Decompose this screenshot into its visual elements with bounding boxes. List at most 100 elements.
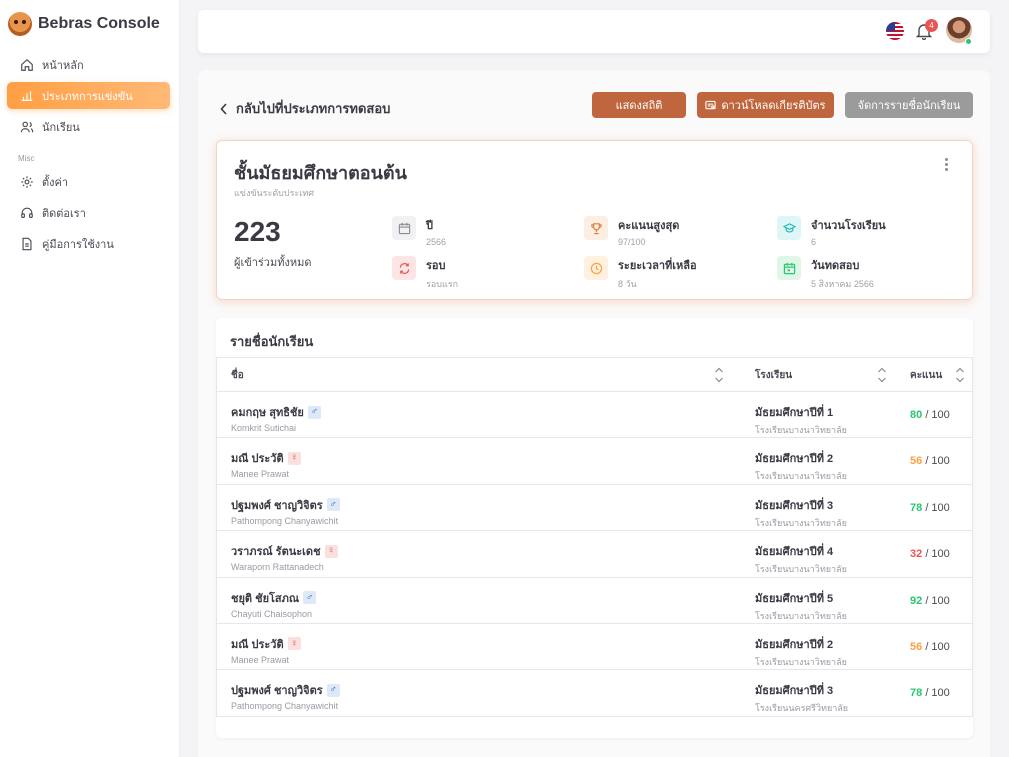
table-row[interactable]: คมกฤษ สุทธิชัย ♂ Komkrit Sutichai มัธยมศึกษ… — [217, 392, 972, 439]
student-name-line: ปฐมพงศ์ ชาญวิจิตร ♂ — [231, 681, 340, 699]
competition-title: ชั้นมัธยมศึกษาตอนต้น — [234, 163, 407, 183]
student-name-thai: มณี ประวัติ — [231, 453, 284, 466]
student-list-title: รายชื่อนักเรียน — [230, 334, 314, 349]
score-cell: 56 / 100 — [910, 641, 950, 653]
table-row[interactable]: มณี ประวัติ ♀ Manee Prawat มัธยมศึกษาปีที่ … — [217, 624, 972, 671]
stat-label: รอบ — [426, 260, 446, 272]
score-max: / 100 — [925, 548, 950, 561]
student-name-line: วราภรณ์ รัตนะเดช ♀ — [231, 542, 338, 560]
sidebar-item-competition[interactable]: ประเภทการแข่งขัน — [7, 82, 170, 109]
male-icon: ♂ — [307, 405, 321, 419]
student-name-english: Manee Prawat — [231, 469, 290, 480]
school-cell: มัธยมศึกษาปีที่ 3 โรงเรียนบางนาวิทยาลัย — [755, 496, 847, 530]
sidebar-item-contact[interactable]: ติดต่อเรา — [7, 199, 170, 226]
brand-title: Bebras Console — [38, 15, 160, 32]
school-cell: มัธยมศึกษาปีที่ 4 โรงเรียนบางนาวิทยาลัย — [755, 542, 847, 576]
more-options-icon[interactable] — [945, 158, 949, 172]
school-cell: มัธยมศึกษาปีที่ 3 โรงเรียนนครศรีวิทยาลัย — [755, 681, 848, 715]
table-row[interactable]: มณี ประวัติ ♀ Manee Prawat มัธยมศึกษาปีที่ … — [217, 438, 972, 485]
manage-students-button[interactable]: จัดการรายชื่อนักเรียน — [845, 92, 973, 118]
student-name-cell: มณี ประวัติ ♀ Manee Prawat — [231, 635, 301, 665]
back-link[interactable]: กลับไปที่ประเภทการทดสอบ — [220, 98, 390, 119]
column-header-name[interactable]: ชื่อ — [231, 358, 244, 392]
stat-school-count: จำนวนโรงเรียน 6 — [777, 216, 886, 247]
stat-label: ปี — [426, 220, 433, 232]
student-name-line: มณี ประวัติ ♀ — [231, 635, 301, 653]
student-name-english: Chayuti Chaisophon — [231, 608, 313, 619]
student-name-line: คมกฤษ สุทธิชัย ♂ — [231, 403, 321, 421]
competition-icon — [21, 91, 33, 101]
student-name-thai: คมกฤษ สุทธิชัย — [231, 407, 304, 419]
table-body: คมกฤษ สุทธิชัย ♂ Komkrit Sutichai มัธยมศึกษ… — [217, 392, 972, 717]
sort-icon[interactable] — [714, 365, 724, 385]
table-row[interactable]: ปฐมพงศ์ ชาญวิจิตร ♂ Pathompong Chanyawichi… — [217, 485, 972, 532]
score-max: / 100 — [925, 409, 950, 421]
grade-level: มัธยมศึกษาปีที่ 2 — [755, 453, 834, 466]
competition-info-card: ชั้นมัธยมศึกษาตอนต้น แข่งขันระดับประเทศ … — [216, 140, 973, 300]
beaver-logo-icon — [8, 12, 32, 36]
us-flag-icon[interactable] — [886, 22, 904, 40]
school-cell: มัธยมศึกษาปีที่ 2 โรงเรียนบางนาวิทยาลัย — [755, 635, 847, 669]
trophy-icon — [584, 216, 608, 240]
school-cell: มัธยมศึกษาปีที่ 2 โรงเรียนบางนาวิทยาลัย — [755, 449, 847, 483]
download-certificate-label: ดาวน์โหลดเกียรติบัตร — [721, 100, 826, 112]
column-header-school[interactable]: โรงเรียน — [755, 358, 792, 392]
score-max: / 100 — [925, 501, 950, 514]
sidebar-item-manual[interactable]: คู่มือการใช้งาน — [7, 230, 170, 257]
show-stats-button[interactable]: แสดงสถิติ — [592, 92, 686, 118]
school-name: โรงเรียนบางนาวิทยาลัย — [755, 517, 847, 528]
sidebar-item-label: หน้าหลัก — [42, 59, 84, 72]
stat-top-score: คะแนนสูงสุด 97/100 — [584, 216, 679, 247]
grade-level: มัธยมศึกษาปีที่ 1 — [755, 407, 834, 419]
competition-subtitle: แข่งขันระดับประเทศ — [234, 188, 314, 198]
sidebar-nav: หน้าหลัก ประเภทการแข่งขัน นักเรียน Misc … — [7, 51, 170, 261]
online-status-dot — [965, 38, 972, 45]
student-name-thai: ชยุติ ชัยโสภณ — [231, 592, 300, 605]
score-value: 32 — [910, 548, 923, 561]
users-icon — [20, 121, 34, 132]
topbar: 4 — [198, 10, 990, 53]
sidebar-item-label: ประเภทการแข่งขัน — [42, 90, 133, 103]
score-cell: 80 / 100 — [910, 409, 950, 421]
score-cell: 32 / 100 — [910, 548, 950, 560]
score-cell: 92 / 100 — [910, 595, 950, 607]
score-max: / 100 — [925, 640, 950, 653]
certificate-icon — [705, 100, 717, 109]
table-header: ชื่อ โรงเรียน คะแนน — [217, 358, 972, 392]
score-value: 56 — [910, 455, 923, 468]
student-name-cell: มณี ประวัติ ♀ Manee Prawat — [231, 449, 301, 479]
student-name-english: Waraporn Rattanadech — [231, 562, 324, 573]
score-value: 80 — [910, 409, 923, 421]
notification-badge: 4 — [925, 19, 938, 32]
score-cell: 78 / 100 — [910, 687, 950, 699]
sidebar-item-label: ติดต่อเรา — [42, 207, 86, 220]
student-list-card: รายชื่อนักเรียน ชื่อ โรงเรียน คะแนน คมกฤ… — [216, 318, 973, 738]
school-cell: มัธยมศึกษาปีที่ 5 โรงเรียนบางนาวิทยาลัย — [755, 589, 847, 623]
table-row[interactable]: ชยุติ ชัยโสภณ ♂ Chayuti Chaisophon มัธยมศึก… — [217, 578, 972, 624]
sort-icon[interactable] — [877, 365, 887, 385]
stat-label: ระยะเวลาที่เหลือ — [618, 260, 697, 272]
school-name: โรงเรียนบางนาวิทยาลัย — [755, 656, 847, 667]
student-name-thai: มณี ประวัติ — [231, 638, 284, 651]
sidebar-item-students[interactable]: นักเรียน — [7, 113, 170, 140]
brand[interactable]: Bebras Console — [8, 12, 160, 36]
stat-value: 8 วัน — [618, 279, 637, 289]
score-cell: 56 / 100 — [910, 455, 950, 467]
sort-icon[interactable] — [955, 365, 965, 385]
female-icon: ♀ — [324, 544, 338, 558]
column-header-score[interactable]: คะแนน — [910, 358, 942, 392]
sidebar-item-home[interactable]: หน้าหลัก — [7, 51, 170, 78]
grade-level: มัธยมศึกษาปีที่ 3 — [755, 499, 834, 512]
student-name-cell: ชยุติ ชัยโสภณ ♂ Chayuti Chaisophon — [231, 589, 317, 619]
table-row[interactable]: วราภรณ์ รัตนะเดช ♀ Waraporn Rattanadech มัธ… — [217, 531, 972, 578]
download-certificate-button[interactable]: ดาวน์โหลดเกียรติบัตร — [697, 92, 834, 118]
school-name: โรงเรียนบางนาวิทยาลัย — [755, 564, 847, 575]
stat-label: จำนวนโรงเรียน — [811, 220, 886, 232]
student-name-thai: ปฐมพงศ์ ชาญวิจิตร — [231, 499, 323, 512]
stat-value: 6 — [811, 237, 817, 247]
calendar-check-icon — [777, 256, 801, 280]
male-icon: ♂ — [303, 591, 317, 605]
school-name: โรงเรียนนครศรีวิทยาลัย — [755, 703, 849, 714]
table-row[interactable]: ปฐมพงศ์ ชาญวิจิตร ♂ Pathompong Chanyawichi… — [217, 670, 972, 717]
sidebar-item-settings[interactable]: ตั้งค่า — [7, 168, 170, 195]
